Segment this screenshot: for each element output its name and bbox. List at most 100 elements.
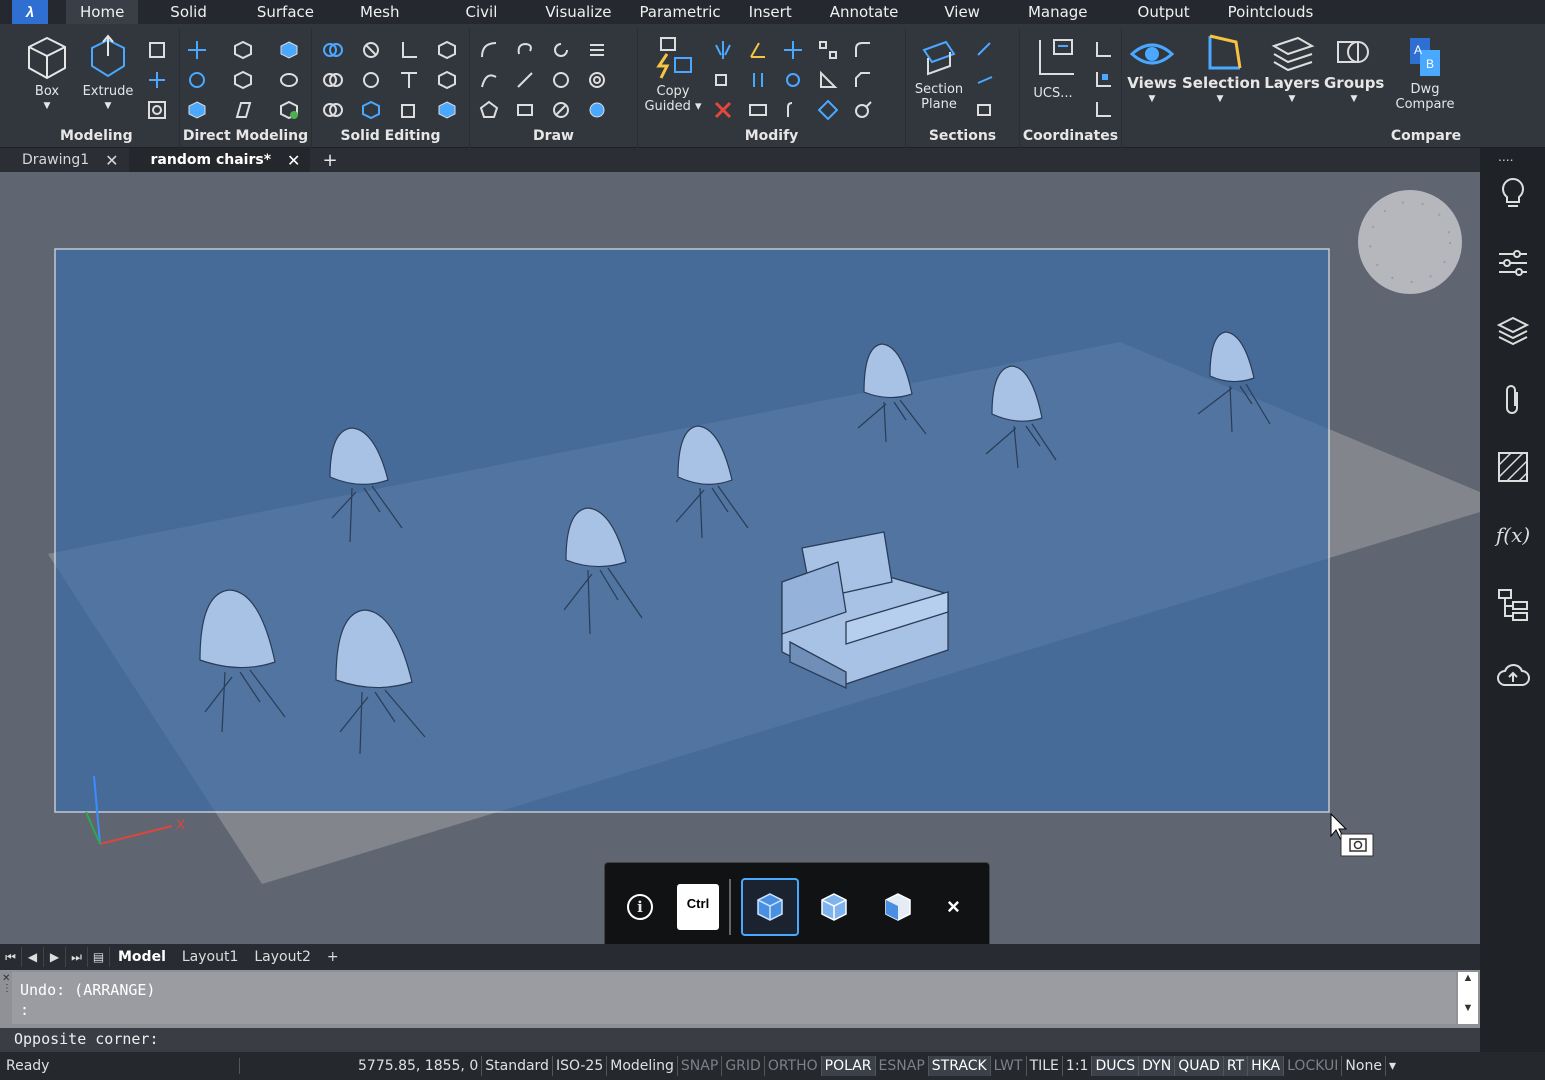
cube-select-crossing-button[interactable]: [805, 878, 863, 936]
list-icon[interactable]: [584, 38, 610, 62]
box-button[interactable]: Box ▼: [22, 34, 72, 114]
region-icon[interactable]: [584, 98, 610, 122]
imprint-icon[interactable]: [396, 98, 422, 122]
app-logo[interactable]: λ: [12, 0, 48, 24]
mirror-icon[interactable]: [710, 38, 736, 62]
profile-icon[interactable]: [396, 38, 422, 62]
toggle-strack[interactable]: STRACK: [927, 1056, 990, 1076]
toggle-lockui[interactable]: LOCKUI: [1283, 1056, 1341, 1076]
cube-icon[interactable]: [276, 98, 302, 122]
move-face-icon[interactable]: [184, 38, 210, 62]
doc-tab-random-chairs[interactable]: random chairs* ✕: [128, 148, 311, 172]
tab-civil[interactable]: Civil: [452, 0, 512, 24]
toggle-esnap[interactable]: ESNAP: [874, 1056, 928, 1076]
intersect-icon[interactable]: [320, 68, 346, 92]
ucs-object-icon[interactable]: [1090, 68, 1116, 92]
stretch-icon[interactable]: [710, 68, 736, 92]
next-layout-button[interactable]: ▶: [44, 947, 66, 967]
last-layout-button[interactable]: ⏭: [66, 947, 88, 967]
offset-icon[interactable]: [745, 68, 771, 92]
selection-button[interactable]: Selection ▼: [1182, 30, 1260, 107]
tab-insert[interactable]: Insert: [735, 0, 806, 24]
section-icon[interactable]: [972, 68, 998, 92]
circle-icon[interactable]: [548, 68, 574, 92]
status-coordinates[interactable]: 5775.85, 1855, 0: [358, 1058, 481, 1074]
toggle-grid[interactable]: GRID: [721, 1056, 764, 1076]
donut-icon[interactable]: [584, 68, 610, 92]
toggle-hka[interactable]: HKA: [1247, 1056, 1284, 1076]
toggle-rt[interactable]: RT: [1222, 1056, 1248, 1076]
stack-icon[interactable]: [1496, 314, 1530, 348]
function-icon[interactable]: f(x): [1496, 518, 1530, 552]
layout-list-button[interactable]: ▤: [88, 947, 110, 967]
navigation-wheel-icon[interactable]: [1358, 190, 1462, 294]
arc-icon[interactable]: [476, 38, 502, 62]
lightbulb-icon[interactable]: [1496, 176, 1530, 210]
toggle-lwt[interactable]: LWT: [989, 1056, 1026, 1076]
rotate-icon[interactable]: [548, 38, 574, 62]
tab-home[interactable]: Home: [66, 0, 139, 24]
align-icon[interactable]: [745, 38, 771, 62]
join-icon[interactable]: [850, 98, 876, 122]
tab-surface[interactable]: Surface: [243, 0, 328, 24]
tree-icon[interactable]: [1496, 588, 1530, 622]
tab-model[interactable]: Model: [110, 949, 174, 965]
new-tab-button[interactable]: +: [310, 150, 349, 171]
command-line[interactable]: Opposite corner:: [0, 1028, 1480, 1052]
scale-icon[interactable]: [815, 68, 841, 92]
section-icon[interactable]: [972, 98, 998, 122]
toggle-ortho[interactable]: ORTHO: [763, 1056, 821, 1076]
cube-icon[interactable]: [276, 38, 302, 62]
groups-button[interactable]: Groups ▼: [1324, 32, 1384, 107]
tab-pointclouds[interactable]: Pointclouds: [1214, 0, 1328, 24]
tab-manage[interactable]: Manage: [1014, 0, 1102, 24]
section-plane-button[interactable]: Section Plane: [908, 36, 970, 112]
taper-icon[interactable]: [230, 98, 256, 122]
shell-icon[interactable]: [358, 98, 384, 122]
status-none[interactable]: None: [1341, 1056, 1385, 1076]
drawing-viewport[interactable]: X i Ctrl ×: [0, 172, 1480, 944]
info-icon[interactable]: i: [627, 894, 653, 920]
t-section-icon[interactable]: [396, 68, 422, 92]
sphere-icon[interactable]: [276, 68, 302, 92]
polygon-icon[interactable]: [476, 98, 502, 122]
toggle-polar[interactable]: POLAR: [820, 1056, 875, 1076]
close-icon[interactable]: ✕: [287, 151, 300, 170]
status-workspace[interactable]: Modeling: [606, 1056, 677, 1076]
tab-output[interactable]: Output: [1124, 0, 1204, 24]
fillet-icon[interactable]: [850, 38, 876, 62]
delete-icon[interactable]: [710, 98, 736, 122]
cloud-upload-icon[interactable]: [1496, 658, 1530, 692]
rotate-face-icon[interactable]: [184, 68, 210, 92]
ucs-world-icon[interactable]: [1090, 38, 1116, 62]
cube-icon[interactable]: [434, 98, 460, 122]
panel-grip[interactable]: ✕ ⋮: [2, 974, 12, 994]
copy-guided-button[interactable]: Copy Guided ▾: [644, 34, 702, 114]
hatch-icon[interactable]: [1496, 450, 1530, 484]
tab-solid[interactable]: Solid: [156, 0, 221, 24]
cube-select-inside-button[interactable]: [869, 878, 927, 936]
annotation-scale[interactable]: 1:1: [1061, 1056, 1092, 1076]
interfere-icon[interactable]: [320, 98, 346, 122]
tab-layout1[interactable]: Layout1: [174, 949, 247, 965]
status-menu-icon[interactable]: ▾: [1384, 1056, 1399, 1076]
close-toolbar-button[interactable]: ×: [947, 894, 960, 920]
layers-button[interactable]: Layers ▼: [1262, 32, 1322, 107]
status-dim-style[interactable]: ISO-25: [551, 1056, 606, 1076]
subtract-icon[interactable]: [358, 38, 384, 62]
tool-icon[interactable]: [144, 38, 170, 62]
tool-icon[interactable]: [144, 98, 170, 122]
history-scrollbar[interactable]: ▲ ▼: [1458, 972, 1478, 1024]
toggle-tile[interactable]: TILE: [1025, 1056, 1062, 1076]
ucs-button[interactable]: UCS...: [1024, 34, 1082, 101]
cube-icon[interactable]: [434, 68, 460, 92]
add-layout-button[interactable]: +: [319, 949, 347, 965]
chamfer-icon[interactable]: [850, 68, 876, 92]
tab-visualize[interactable]: Visualize: [531, 0, 625, 24]
array-icon[interactable]: [815, 38, 841, 62]
cube-select-window-button[interactable]: [741, 878, 799, 936]
tool-icon[interactable]: [144, 68, 170, 92]
doc-tab-drawing1[interactable]: Drawing1 ✕: [0, 148, 129, 172]
line-icon[interactable]: [512, 68, 538, 92]
toggle-dyn[interactable]: DYN: [1138, 1056, 1175, 1076]
